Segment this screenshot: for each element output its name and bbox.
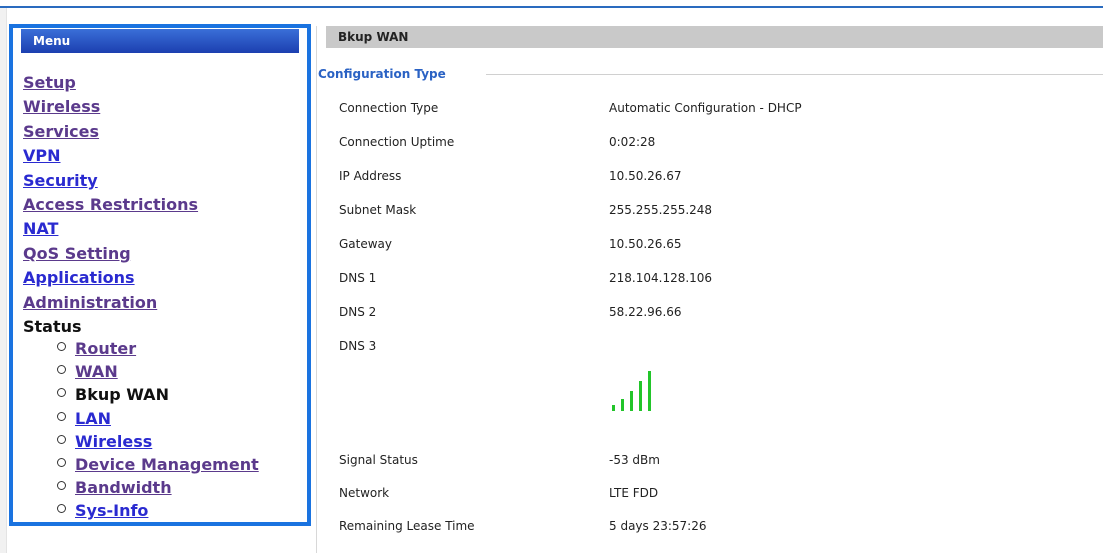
row-label: Remaining Lease Time <box>339 519 475 533</box>
info-row-gateway: Gateway 10.50.26.65 <box>339 234 1099 254</box>
menu-header: Menu <box>21 29 299 53</box>
status-subnav: Router WAN Bkup WAN LAN Wireless Device … <box>57 337 259 523</box>
nav-item-wireless[interactable]: Wireless <box>23 95 198 119</box>
nav-item-vpn[interactable]: VPN <box>23 144 198 168</box>
nav-item-services[interactable]: Services <box>23 120 198 144</box>
subnav-item-wan[interactable]: WAN <box>57 360 259 383</box>
bullet-icon <box>57 342 66 351</box>
signal-bar <box>621 399 624 411</box>
subnav-current-bkup-wan: Bkup WAN <box>75 385 169 405</box>
bullet-icon <box>57 504 66 514</box>
fieldset-legend: Configuration Type <box>318 66 454 82</box>
row-value: 218.104.128.106 <box>609 271 713 285</box>
info-row-subnet-mask: Subnet Mask 255.255.255.248 <box>339 200 1099 220</box>
info-row-signal-status: Signal Status -53 dBm <box>339 450 1099 470</box>
info-row-ip-address: IP Address 10.50.26.67 <box>339 166 1099 186</box>
subnav-item-wireless[interactable]: Wireless <box>57 430 259 453</box>
subnav-link-wireless[interactable]: Wireless <box>75 432 152 451</box>
nav-item-applications[interactable]: Applications <box>23 266 198 290</box>
bullet-icon <box>57 411 66 421</box>
subnav-item-lan[interactable]: LAN <box>57 407 259 430</box>
info-row-remaining-lease-time: Remaining Lease Time 5 days 23:57:26 <box>339 516 1099 536</box>
signal-strength-icon <box>612 367 660 411</box>
nav-item-nat[interactable]: NAT <box>23 217 198 241</box>
nav-item-access-restrictions[interactable]: Access Restrictions <box>23 193 198 217</box>
bullet-icon <box>57 388 66 398</box>
row-label: Signal Status <box>339 453 418 467</box>
row-label: DNS 1 <box>339 271 377 285</box>
row-label: DNS 2 <box>339 305 377 319</box>
fieldset-border <box>486 74 1103 75</box>
row-value: 255.255.255.248 <box>609 203 713 217</box>
info-row-dns-1: DNS 1 218.104.128.106 <box>339 268 1099 288</box>
top-rule <box>0 6 1103 8</box>
nav-item-qos-setting[interactable]: QoS Setting <box>23 242 198 266</box>
subnav-link-device-management[interactable]: Device Management <box>75 455 259 474</box>
nav-link-services[interactable]: Services <box>23 122 99 141</box>
row-label: IP Address <box>339 169 402 183</box>
app-window: Menu Setup Wireless Services VPN Securit… <box>0 0 1103 553</box>
row-value: LTE FDD <box>609 486 659 500</box>
nav-link-security[interactable]: Security <box>23 171 98 190</box>
subnav-link-sys-info[interactable]: Sys-Info <box>75 501 148 520</box>
signal-bar <box>639 381 642 411</box>
nav-link-wireless[interactable]: Wireless <box>23 97 100 116</box>
bullet-icon <box>57 481 66 491</box>
row-value: 5 days 23:57:26 <box>609 519 707 533</box>
row-value: -53 dBm <box>609 453 660 467</box>
signal-bar <box>630 391 633 411</box>
sidebar-strip <box>0 8 7 553</box>
info-row-dns-3: DNS 3 <box>339 336 1099 356</box>
signal-bar <box>612 405 615 411</box>
info-row-dns-2: DNS 2 58.22.96.66 <box>339 302 1099 322</box>
nav-link-setup[interactable]: Setup <box>23 73 76 92</box>
subnav-link-lan[interactable]: LAN <box>75 409 111 428</box>
subnav-link-wan[interactable]: WAN <box>75 362 118 381</box>
row-label: Connection Uptime <box>339 135 455 149</box>
signal-bar <box>648 371 651 411</box>
bullet-icon <box>57 434 66 444</box>
row-value: Automatic Configuration - DHCP <box>609 101 802 115</box>
row-label: DNS 3 <box>339 339 377 353</box>
nav-link-applications[interactable]: Applications <box>23 268 135 287</box>
row-value: 58.22.96.66 <box>609 305 682 319</box>
main-nav: Setup Wireless Services VPN Security Acc… <box>23 71 198 339</box>
info-row-connection-type: Connection Type Automatic Configuration -… <box>339 98 1099 118</box>
nav-link-nat[interactable]: NAT <box>23 219 58 238</box>
row-label: Connection Type <box>339 101 439 115</box>
nav-current-status: Status <box>23 316 82 336</box>
subnav-item-bandwidth[interactable]: Bandwidth <box>57 476 259 499</box>
content-divider <box>316 26 317 553</box>
row-value: 0:02:28 <box>609 135 656 149</box>
subnav-link-bandwidth[interactable]: Bandwidth <box>75 478 172 497</box>
row-label: Subnet Mask <box>339 203 417 217</box>
nav-link-vpn[interactable]: VPN <box>23 146 61 165</box>
info-row-network: Network LTE FDD <box>339 483 1099 503</box>
nav-link-administration[interactable]: Administration <box>23 293 157 312</box>
nav-item-administration[interactable]: Administration <box>23 291 198 315</box>
nav-item-status: Status <box>23 315 198 339</box>
bullet-icon <box>57 457 66 467</box>
subnav-item-bkup-wan: Bkup WAN <box>57 383 259 406</box>
row-label: Network <box>339 486 390 500</box>
bullet-icon <box>57 365 66 375</box>
row-value: 10.50.26.65 <box>609 237 682 251</box>
subnav-item-sys-info[interactable]: Sys-Info <box>57 499 259 522</box>
nav-item-security[interactable]: Security <box>23 169 198 193</box>
nav-link-access-restrictions[interactable]: Access Restrictions <box>23 195 198 214</box>
nav-link-qos-setting[interactable]: QoS Setting <box>23 244 131 263</box>
row-label: Gateway <box>339 237 393 251</box>
section-title: Bkup WAN <box>326 26 1103 48</box>
subnav-item-router[interactable]: Router <box>57 337 259 360</box>
info-row-connection-uptime: Connection Uptime 0:02:28 <box>339 132 1099 152</box>
nav-item-setup[interactable]: Setup <box>23 71 198 95</box>
subnav-item-device-management[interactable]: Device Management <box>57 453 259 476</box>
row-value: 10.50.26.67 <box>609 169 682 183</box>
subnav-link-router[interactable]: Router <box>75 339 136 358</box>
